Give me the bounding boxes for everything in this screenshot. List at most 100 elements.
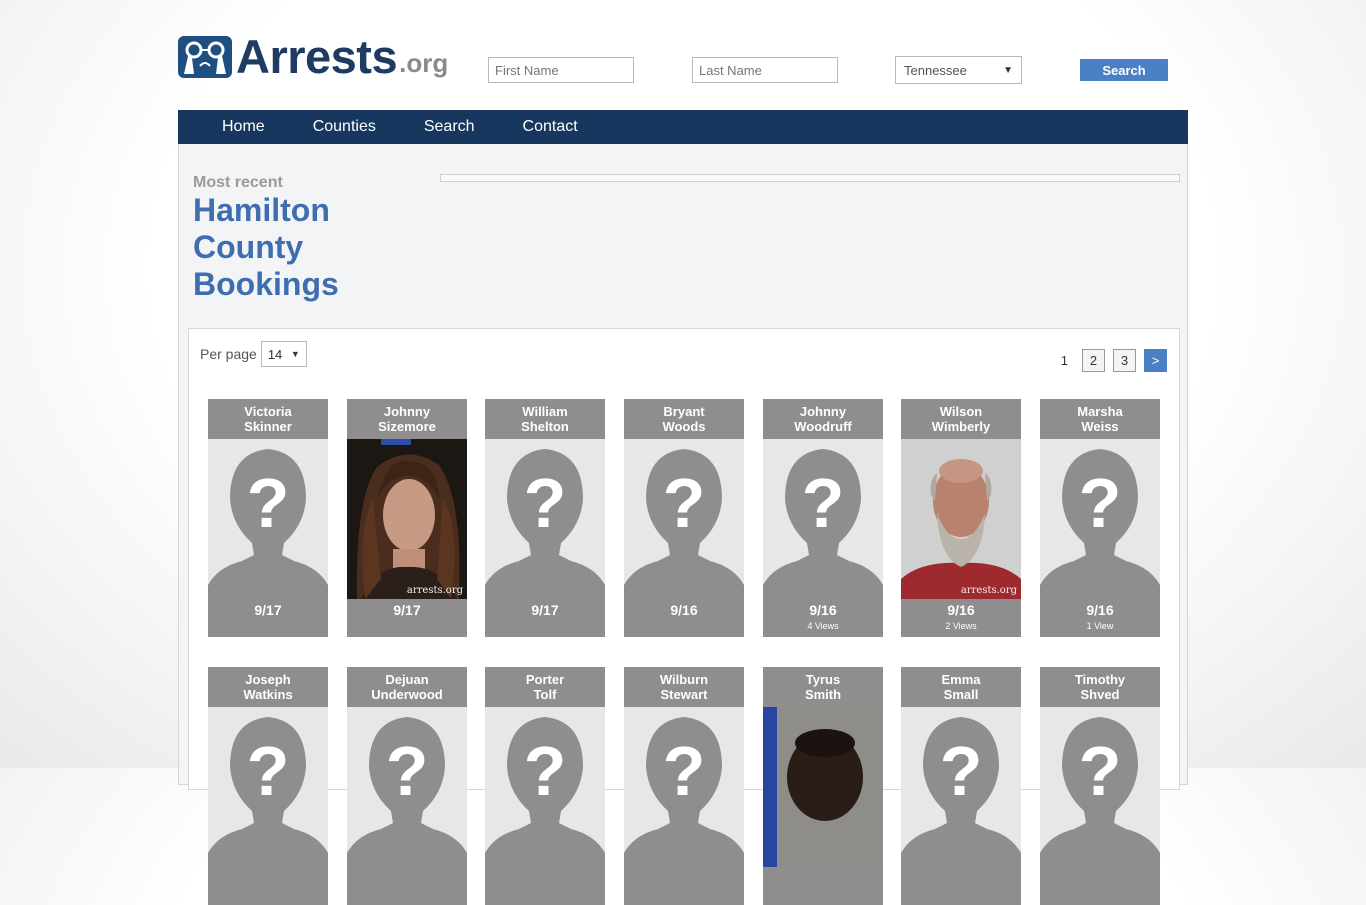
booking-card[interactable]: Marsha Weiss ? 9/16 1 View [1040,399,1160,637]
booking-last-name: Underwood [371,687,443,702]
page-3-button[interactable]: 3 [1113,349,1136,372]
state-select[interactable]: Tennessee ▼ [895,56,1022,84]
booking-card[interactable]: Johnny Sizemore arrests.org 9/17 [347,399,467,637]
booking-photo: ? [624,707,744,867]
booking-name: Johnny Sizemore [347,399,467,439]
booking-card[interactable]: Johnny Woodruff ? 9/16 4 Views [763,399,883,637]
unknown-person-icon: ? [485,707,605,867]
page-title-line: Hamilton [193,192,330,228]
page-current: 1 [1060,353,1068,368]
next-page-button[interactable]: > [1144,349,1167,372]
booking-first-name: Johnny [383,404,431,419]
booking-first-name: Emma [941,672,981,687]
booking-card[interactable]: Dejuan Underwood ? [347,667,467,905]
unknown-person-icon: ? [208,707,328,867]
unknown-person-icon: ? [1040,707,1160,867]
svg-text:?: ? [247,464,290,542]
mugshot-photo [901,439,1021,599]
booking-card[interactable]: Victoria Skinner ? 9/17 [208,399,328,637]
booking-photo: ? [208,439,328,599]
booking-first-name: Johnny [799,404,847,419]
first-name-input[interactable] [488,57,634,83]
unknown-person-icon: ? [901,707,1021,867]
booking-date: 9/17 [393,602,421,618]
nav-search[interactable]: Search [400,110,499,144]
booking-photo: arrests.org [347,439,467,599]
booking-photo: ? [485,707,605,867]
main-content: Most recent Hamilton County Bookings Per… [178,144,1188,905]
nav-contact[interactable]: Contact [499,110,602,144]
svg-text:?: ? [663,464,706,542]
booking-name: Timothy Shved [1040,667,1160,707]
mugshot-photo [347,439,467,599]
booking-views: 1 View [1086,621,1114,631]
booking-name: William Shelton [485,399,605,439]
booking-first-name: Victoria [244,404,292,419]
booking-first-name: Wilson [939,404,983,419]
last-name-input[interactable] [692,57,838,83]
booking-name: Wilson Wimberly [901,399,1021,439]
svg-text:?: ? [247,732,290,810]
booking-last-name: Smith [804,687,842,702]
booking-last-name: Woods [662,419,706,434]
watermark: arrests.org [960,585,1017,596]
page-title: Hamilton County Bookings [193,192,339,303]
search-button[interactable]: Search [1080,59,1168,81]
unknown-person-icon: ? [485,439,605,599]
booking-first-name: William [522,404,568,419]
booking-photo: ? [901,707,1021,867]
header: Arrests .org Tennessee ▼ Search [178,33,1188,86]
booking-card[interactable]: Timothy Shved ? [1040,667,1160,905]
svg-text:?: ? [1079,464,1122,542]
booking-first-name: Timothy [1074,672,1126,687]
booking-photo [763,707,883,867]
svg-text:?: ? [524,464,567,542]
svg-text:?: ? [663,732,706,810]
booking-last-name: Shved [1080,687,1120,702]
results-panel: Per page 14 ▼ 1 2 3 > Victoria Skinner ?… [188,328,1180,905]
svg-text:?: ? [386,732,429,810]
booking-photo: ? [763,439,883,599]
svg-text:?: ? [802,464,845,542]
svg-text:?: ? [524,732,567,810]
booking-card[interactable]: Wilson Wimberly arrests.org 9/16 2 Views [901,399,1021,637]
per-page-label: Per page [200,346,257,362]
booking-card[interactable]: Porter Tolf ? [485,667,605,905]
booking-card[interactable]: Emma Small ? [901,667,1021,905]
booking-card[interactable]: William Shelton ? 9/17 [485,399,605,637]
booking-views: 2 Views [945,621,977,631]
booking-photo: ? [624,439,744,599]
booking-last-name: Wimberly [931,419,991,434]
svg-text:?: ? [940,732,983,810]
booking-last-name: Small [943,687,979,702]
nav-counties[interactable]: Counties [289,110,400,144]
booking-photo: ? [208,707,328,867]
booking-card[interactable]: Wilburn Stewart ? [624,667,744,905]
nav-home[interactable]: Home [178,110,289,144]
booking-name: Victoria Skinner [208,399,328,439]
booking-date: 9/16 [670,602,698,618]
booking-photo: ? [347,707,467,867]
booking-photo: ? [485,439,605,599]
booking-first-name: Marsha [1077,404,1123,419]
booking-last-name: Weiss [1081,419,1119,434]
per-page-select[interactable]: 14 ▼ [260,341,307,367]
booking-date: 9/16 [1086,602,1114,618]
booking-name: Emma Small [901,667,1021,707]
booking-card[interactable]: Bryant Woods ? 9/16 [624,399,744,637]
booking-name: Joseph Watkins [208,667,328,707]
booking-first-name: Porter [525,672,565,687]
site-logo[interactable]: Arrests .org [178,33,449,80]
booking-last-name: Skinner [244,419,292,434]
booking-card[interactable]: Tyrus Smith [763,667,883,905]
handcuffs-icon [178,36,232,78]
page-2-button[interactable]: 2 [1082,349,1105,372]
chevron-down-icon: ▼ [290,349,300,359]
mugshot-photo [763,707,883,867]
booking-last-name: Woodruff [794,419,852,434]
booking-photo: ? [1040,707,1160,867]
booking-card[interactable]: Joseph Watkins ? [208,667,328,905]
logo-tld: .org [399,48,449,78]
booking-name: Marsha Weiss [1040,399,1160,439]
booking-date: 9/17 [254,602,282,618]
